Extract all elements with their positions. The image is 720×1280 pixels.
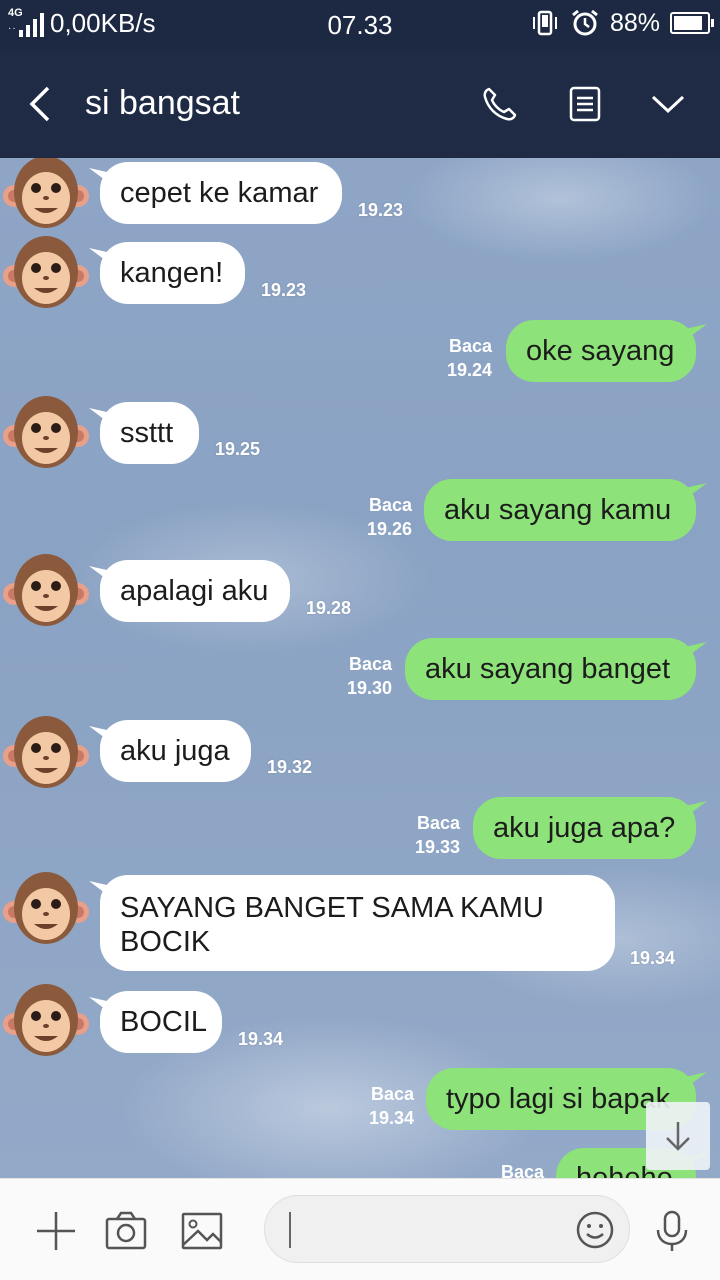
message-time: 19.33 xyxy=(414,837,460,857)
read-receipt: Baca 19.33 xyxy=(388,811,460,859)
message-bubble-in[interactable]: cepet ke kamar xyxy=(100,162,342,224)
message-bubble-in[interactable]: apalagi aku xyxy=(100,560,290,622)
image-icon[interactable] xyxy=(180,1209,224,1253)
notes-icon[interactable] xyxy=(565,84,605,124)
avatar[interactable] xyxy=(2,392,90,472)
message-bubble-out[interactable]: aku juga apa? xyxy=(473,797,696,859)
message-time: 19.23 xyxy=(261,280,307,300)
battery-percent: 88% xyxy=(609,8,660,37)
message-bubble-in[interactable]: BOCIL xyxy=(100,991,222,1053)
read-receipt: Baca 19.34 xyxy=(342,1082,414,1130)
message-time: 19.28 xyxy=(306,598,352,618)
message-time: 19.30 xyxy=(346,678,392,698)
microphone-icon[interactable] xyxy=(650,1209,694,1253)
read-label: Baca xyxy=(500,1162,544,1178)
back-icon[interactable] xyxy=(24,82,60,126)
emoji-icon[interactable] xyxy=(575,1210,615,1250)
message-input[interactable] xyxy=(295,1206,565,1254)
message-bubble-in[interactable]: ssttt xyxy=(100,402,199,464)
read-receipt: Baca xyxy=(472,1160,544,1178)
read-label: Baca xyxy=(448,336,492,356)
avatar[interactable] xyxy=(2,980,90,1060)
chevron-down-icon[interactable] xyxy=(648,84,688,124)
data-speed: 0,00KB/s xyxy=(50,8,156,38)
message-time: 19.32 xyxy=(267,757,313,777)
read-receipt: Baca 19.30 xyxy=(320,652,392,700)
message-bubble-in[interactable]: SAYANG BANGET SAMA KAMU BOCIK xyxy=(100,875,615,971)
status-right: 88% xyxy=(530,8,714,38)
read-label: Baca xyxy=(416,813,460,833)
status-bar: 4G ·· 0,00KB/s 07.33 88% xyxy=(0,0,720,50)
message-time: 19.25 xyxy=(215,439,261,459)
contact-name: si bangsat xyxy=(85,84,240,122)
avatar[interactable] xyxy=(2,232,90,312)
message-composer-bar xyxy=(0,1178,720,1280)
avatar[interactable] xyxy=(2,868,90,948)
message-time: 19.23 xyxy=(358,200,404,220)
message-time: 19.24 xyxy=(446,360,492,380)
message-bubble-in[interactable]: aku juga xyxy=(100,720,251,782)
plus-icon[interactable] xyxy=(34,1209,78,1253)
status-left: 4G ·· 0,00KB/s xyxy=(8,7,156,39)
arrow-down-icon xyxy=(666,1122,690,1151)
message-bubble-out[interactable]: aku sayang kamu xyxy=(424,479,696,541)
message-time: 19.34 xyxy=(368,1108,414,1128)
scroll-to-bottom-button[interactable] xyxy=(646,1102,710,1170)
phone-icon[interactable] xyxy=(480,84,520,124)
message-bubble-in[interactable]: kangen! xyxy=(100,242,245,304)
read-label: Baca xyxy=(348,654,392,674)
read-label: Baca xyxy=(370,1084,414,1104)
avatar[interactable] xyxy=(2,712,90,792)
avatar[interactable] xyxy=(2,550,90,630)
message-bubble-out[interactable]: oke sayang xyxy=(506,320,696,382)
chat-area[interactable]: cepet ke kamar 19.23 kangen! 19.23 Baca … xyxy=(0,158,720,1178)
battery-icon xyxy=(670,12,714,34)
alarm-icon xyxy=(572,9,598,36)
message-input-box[interactable] xyxy=(264,1195,630,1263)
message-bubble-out[interactable]: aku sayang banget xyxy=(405,638,696,700)
text-caret xyxy=(289,1212,291,1248)
camera-icon[interactable] xyxy=(104,1209,148,1253)
signal-icon: 4G ·· xyxy=(8,7,44,39)
message-time: 19.26 xyxy=(366,519,412,539)
read-label: Baca xyxy=(368,495,412,515)
message-time: 19.34 xyxy=(630,948,676,968)
read-receipt: Baca 19.24 xyxy=(420,334,492,382)
vibrate-icon xyxy=(532,10,557,36)
avatar[interactable] xyxy=(2,158,90,232)
read-receipt: Baca 19.26 xyxy=(340,493,412,541)
chat-header: si bangsat xyxy=(0,50,720,158)
message-time: 19.34 xyxy=(238,1029,284,1049)
